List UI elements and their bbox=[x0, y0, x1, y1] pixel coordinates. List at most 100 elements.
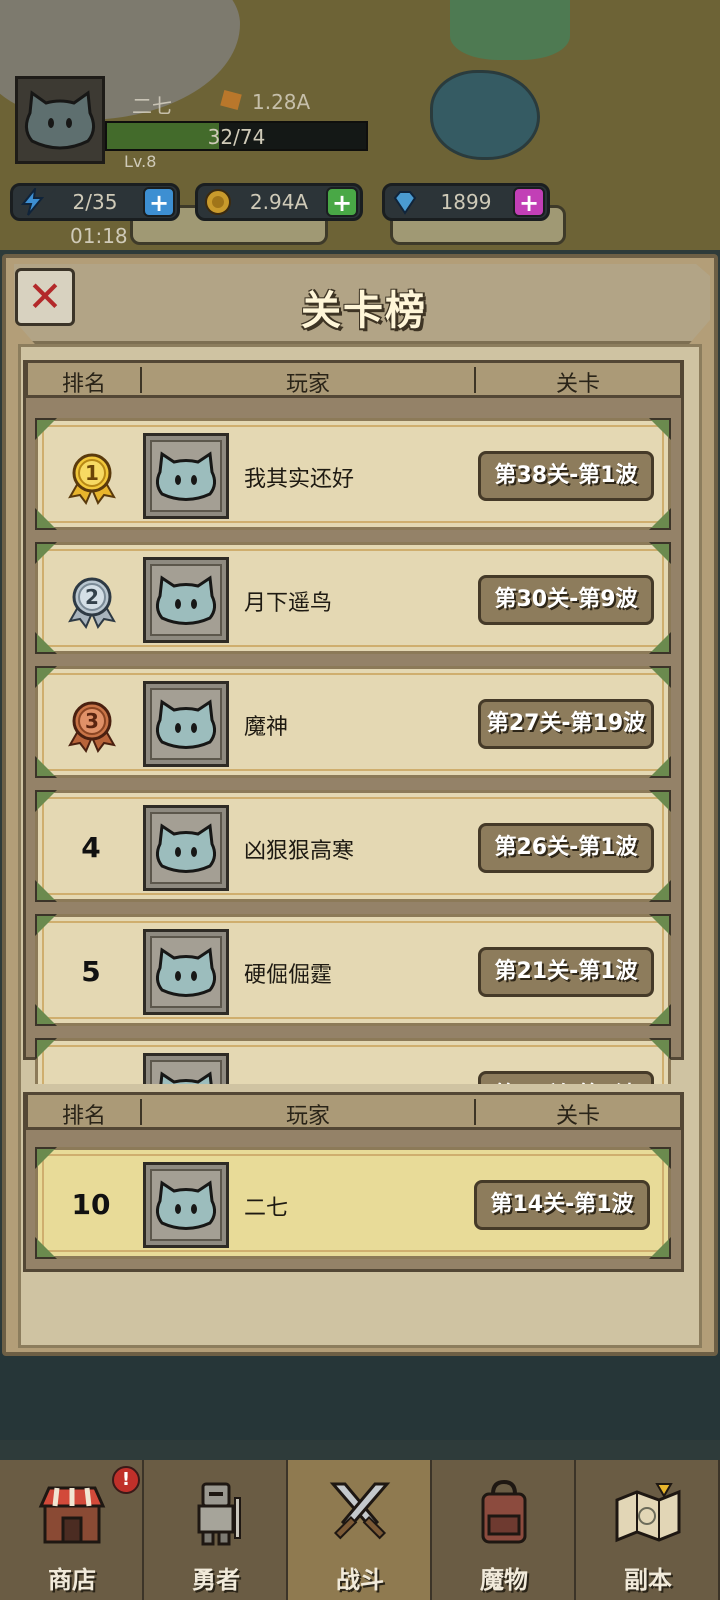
rank-number: 5 bbox=[81, 955, 101, 988]
stage-badge[interactable]: 第30关-第9波 bbox=[478, 575, 654, 625]
row-corner bbox=[35, 1038, 57, 1060]
stage-badge[interactable]: 第21关-第1波 bbox=[478, 947, 654, 997]
row-corner bbox=[649, 542, 671, 564]
avatar bbox=[143, 433, 229, 519]
gold-medal-icon: 1 bbox=[68, 453, 116, 505]
player-name: 二七 bbox=[244, 1196, 289, 1221]
nav-label: 战斗 bbox=[336, 1566, 384, 1594]
ranking-row[interactable]: 2 月下遥鸟 第30关-第9波 bbox=[35, 542, 671, 654]
stage-badge[interactable]: 第14关-第1波 bbox=[474, 1180, 650, 1230]
close-icon: ✕ bbox=[27, 272, 63, 321]
ranking-list[interactable]: 1 我其实还好 第38关-第1波 2 月下遥鸟 第30关-第9波 3 魔神 第2… bbox=[26, 400, 681, 1084]
row-corner bbox=[649, 880, 671, 902]
my-rank-header: 排名 玩家 关卡 bbox=[25, 1092, 683, 1130]
ranking-row[interactable]: 6 壹壹 第16关-第9波 bbox=[35, 1038, 671, 1084]
cat-avatar-icon bbox=[155, 451, 217, 501]
avatar-frame bbox=[150, 1060, 222, 1084]
cat-avatar-icon bbox=[155, 699, 217, 749]
energy-plus-button[interactable]: + bbox=[143, 187, 175, 217]
gem-plus-button[interactable]: + bbox=[513, 187, 545, 217]
cat-avatar-icon bbox=[25, 90, 95, 150]
map-icon bbox=[615, 1483, 681, 1543]
medal-rank: 3 bbox=[85, 709, 99, 733]
avatar-frame bbox=[150, 812, 222, 884]
stage-badge[interactable]: 第16关-第9波 bbox=[478, 1071, 654, 1084]
player-avatar[interactable] bbox=[15, 76, 105, 164]
gold-pill: 2.94A + bbox=[195, 183, 363, 221]
nav-item-dungeon[interactable]: 副本 bbox=[576, 1460, 720, 1600]
player-name: 魔神 bbox=[244, 715, 289, 740]
row-corner bbox=[35, 790, 57, 812]
cat-avatar-icon bbox=[155, 1180, 217, 1230]
row-corner bbox=[35, 508, 57, 530]
row-corner bbox=[649, 666, 671, 688]
nav-item-monster[interactable]: 魔物 bbox=[432, 1460, 576, 1600]
stage-badge[interactable]: 第27关-第19波 bbox=[478, 699, 654, 749]
close-button[interactable]: ✕ bbox=[15, 268, 75, 326]
player-name: 我其实还好 bbox=[244, 467, 355, 492]
cat-avatar-icon bbox=[155, 575, 217, 625]
avatar-frame bbox=[150, 564, 222, 636]
header-rank: 排名 bbox=[61, 1104, 106, 1129]
row-corner bbox=[649, 914, 671, 936]
ranking-row[interactable]: 3 魔神 第27关-第19波 bbox=[35, 666, 671, 778]
silver-medal-icon: 2 bbox=[68, 577, 116, 629]
avatar bbox=[143, 557, 229, 643]
nav-label: 副本 bbox=[624, 1566, 672, 1594]
row-corner bbox=[35, 542, 57, 564]
header-rank: 排名 bbox=[61, 372, 106, 397]
player-name: 二七 bbox=[132, 94, 172, 118]
crossed-swords-icon bbox=[329, 1482, 391, 1540]
row-corner bbox=[35, 756, 57, 778]
rank-number: 10 bbox=[71, 1188, 111, 1221]
my-rank-row[interactable]: 10 二七 第14关-第1波 bbox=[35, 1147, 671, 1259]
row-corner bbox=[649, 632, 671, 654]
player-name: 壹壹 bbox=[244, 1081, 288, 1084]
row-corner bbox=[35, 418, 57, 440]
rank-number: 6 bbox=[58, 1079, 124, 1084]
cat-avatar-icon bbox=[159, 1071, 213, 1084]
nav-label: 勇者 bbox=[192, 1566, 240, 1594]
row-corner bbox=[35, 1004, 57, 1026]
row-corner bbox=[649, 756, 671, 778]
header-stage: 关卡 bbox=[555, 372, 600, 397]
map-forest bbox=[450, 0, 570, 60]
avatar-frame bbox=[150, 1169, 222, 1241]
avatar-frame bbox=[150, 936, 222, 1008]
row-corner bbox=[649, 790, 671, 812]
ranking-row[interactable]: 1 我其实还好 第38关-第1波 bbox=[35, 418, 671, 530]
cat-avatar-icon bbox=[155, 947, 217, 997]
exp-text: 32/74 bbox=[207, 125, 266, 149]
player-name: 月下遥鸟 bbox=[244, 591, 333, 616]
row-corner bbox=[649, 1038, 671, 1060]
ranking-row[interactable]: 4 凶狠狠高寒 第26关-第1波 bbox=[35, 790, 671, 902]
row-corner bbox=[649, 1004, 671, 1026]
avatar bbox=[143, 929, 229, 1015]
row-corner bbox=[649, 418, 671, 440]
player-name: 硬倔倔霆 bbox=[244, 963, 333, 988]
cat-avatar-icon bbox=[155, 823, 217, 873]
stage-badge[interactable]: 第38关-第1波 bbox=[478, 451, 654, 501]
player-power: 1.28A bbox=[252, 90, 311, 114]
ranking-row[interactable]: 5 硬倔倔霆 第21关-第1波 bbox=[35, 914, 671, 1026]
stage-badge[interactable]: 第26关-第1波 bbox=[478, 823, 654, 873]
ranking-table-header: 排名 玩家 关卡 bbox=[25, 360, 683, 398]
medal-rank: 1 bbox=[85, 461, 99, 485]
header-player: 玩家 bbox=[285, 1104, 330, 1129]
exp-bar: 32/74 bbox=[105, 121, 368, 151]
avatar-frame bbox=[150, 440, 222, 512]
gem-pill: 1899 + bbox=[382, 183, 550, 221]
nav-item-battle[interactable]: 战斗 bbox=[288, 1460, 432, 1600]
hero-icon bbox=[197, 1482, 241, 1546]
notification-badge: ! bbox=[112, 1466, 140, 1494]
nav-label: 魔物 bbox=[480, 1566, 528, 1594]
nav-item-hero[interactable]: 勇者 bbox=[144, 1460, 288, 1600]
map-lake bbox=[430, 70, 540, 160]
rank-number: 4 bbox=[81, 831, 101, 864]
medal-rank: 2 bbox=[85, 585, 99, 609]
avatar bbox=[143, 681, 229, 767]
nav-item-shop[interactable]: ! 商店 bbox=[0, 1460, 144, 1600]
gold-plus-button[interactable]: + bbox=[326, 187, 358, 217]
row-corner bbox=[35, 1147, 57, 1169]
row-corner bbox=[35, 1237, 57, 1259]
